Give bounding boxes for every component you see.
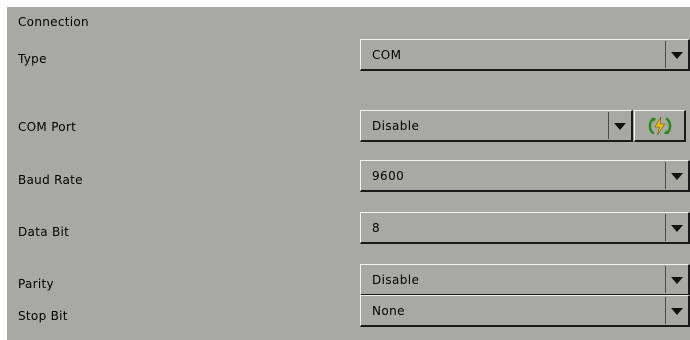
chevron-down-icon bbox=[671, 277, 683, 284]
data-bit-select[interactable]: 8 bbox=[360, 212, 690, 244]
com-port-select-value: Disable bbox=[372, 119, 420, 133]
type-dropdown-button[interactable] bbox=[665, 41, 687, 68]
refresh-icon bbox=[648, 116, 672, 136]
baud-rate-select-value: 9600 bbox=[372, 169, 405, 183]
com-port-select[interactable]: Disable bbox=[360, 110, 633, 142]
stop-bit-select-value: None bbox=[372, 304, 405, 318]
type-select[interactable]: COM bbox=[360, 39, 690, 71]
type-select-value: COM bbox=[372, 48, 402, 62]
data-bit-label: Data Bit bbox=[18, 225, 70, 239]
type-label: Type bbox=[18, 52, 47, 66]
parity-select[interactable]: Disable bbox=[360, 264, 690, 296]
connection-panel: Connection Type COM COM Port Disable Bau… bbox=[7, 7, 690, 340]
com-port-dropdown-button[interactable] bbox=[608, 112, 630, 139]
chevron-down-icon bbox=[671, 52, 683, 59]
chevron-down-icon bbox=[671, 225, 683, 232]
section-title: Connection bbox=[18, 15, 89, 29]
stop-bit-dropdown-button[interactable] bbox=[665, 297, 687, 324]
data-bit-select-value: 8 bbox=[372, 221, 381, 235]
com-port-label: COM Port bbox=[18, 120, 77, 134]
refresh-ports-button[interactable] bbox=[634, 110, 686, 142]
stop-bit-select[interactable]: None bbox=[360, 295, 690, 327]
chevron-down-icon bbox=[671, 308, 683, 315]
baud-rate-select[interactable]: 9600 bbox=[360, 160, 690, 192]
parity-dropdown-button[interactable] bbox=[665, 266, 687, 293]
stop-bit-label: Stop Bit bbox=[18, 309, 68, 323]
baud-rate-label: Baud Rate bbox=[18, 173, 83, 187]
parity-label: Parity bbox=[18, 277, 54, 291]
chevron-down-icon bbox=[671, 173, 683, 180]
baud-rate-dropdown-button[interactable] bbox=[665, 162, 687, 189]
chevron-down-icon bbox=[614, 123, 626, 130]
parity-select-value: Disable bbox=[372, 273, 420, 287]
data-bit-dropdown-button[interactable] bbox=[665, 214, 687, 241]
